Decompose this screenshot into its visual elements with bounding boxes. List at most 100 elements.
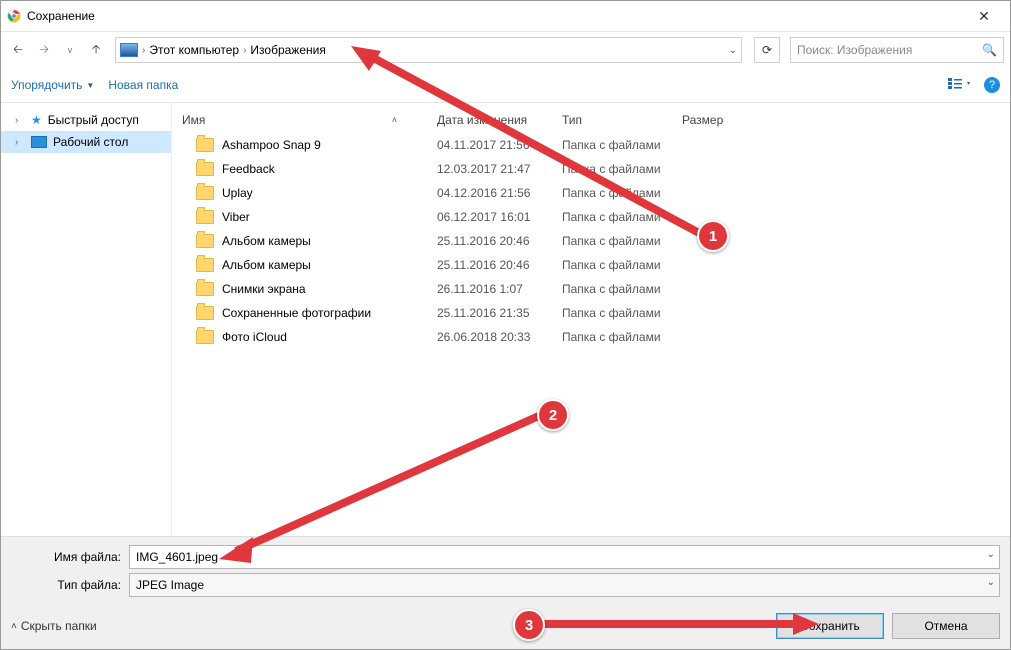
file-name: Uplay <box>222 186 253 200</box>
table-row[interactable]: Альбом камеры 25.11.2016 20:46Папка с фай… <box>172 253 1010 277</box>
file-date: 25.11.2016 20:46 <box>437 258 562 272</box>
sidebar-item-desktop[interactable]: › Рабочий стол <box>1 131 171 153</box>
chevron-down-icon[interactable]: ⌄ <box>987 577 995 588</box>
search-placeholder: Поиск: Изображения <box>797 43 982 57</box>
filename-label: Имя файла: <box>11 550 129 564</box>
toolbar: Упорядочить ▼ Новая папка ? <box>1 68 1010 103</box>
column-size[interactable]: Размер <box>682 109 762 131</box>
file-name: Ashampoo Snap 9 <box>222 138 321 152</box>
nav-bar: 🡠 🡢 v 🡡 › Этот компьютер › Изображения ⌄… <box>1 32 1010 68</box>
filetype-label: Тип файла: <box>11 578 129 592</box>
folder-icon <box>196 162 214 176</box>
file-type: Папка с файлами <box>562 234 682 248</box>
help-button[interactable]: ? <box>984 77 1000 93</box>
chevron-down-icon[interactable]: ⌄ <box>729 45 737 56</box>
file-type: Папка с файлами <box>562 210 682 224</box>
file-type: Папка с файлами <box>562 258 682 272</box>
file-date: 25.11.2016 21:35 <box>437 306 562 320</box>
filename-input[interactable]: IMG_4601.jpeg ⌄ <box>129 545 1000 569</box>
address-bar[interactable]: › Этот компьютер › Изображения ⌄ <box>115 37 742 63</box>
filename-row: Имя файла: IMG_4601.jpeg ⌄ <box>11 545 1000 569</box>
save-button[interactable]: Сохранить <box>776 613 884 639</box>
breadcrumb-pictures[interactable]: Изображения <box>250 43 325 57</box>
chevron-right-icon: › <box>15 115 25 126</box>
search-input[interactable]: Поиск: Изображения 🔍 <box>790 37 1004 63</box>
view-options-button[interactable] <box>948 77 972 94</box>
folder-icon <box>196 258 214 272</box>
refresh-button[interactable]: ⟳ <box>754 37 780 63</box>
new-folder-button[interactable]: Новая папка <box>108 78 178 92</box>
file-type: Папка с файлами <box>562 186 682 200</box>
file-date: 04.11.2017 21:56 <box>437 138 562 152</box>
file-name: Снимки экрана <box>222 282 306 296</box>
file-name: Альбом камеры <box>222 258 311 272</box>
file-rows: Ashampoo Snap 904.11.2017 21:56Папка с ф… <box>172 133 1010 349</box>
chevron-down-icon[interactable]: ⌄ <box>987 549 995 560</box>
file-name: Сохраненные фотографии <box>222 306 371 320</box>
cancel-button[interactable]: Отмена <box>892 613 1000 639</box>
sort-indicator-icon: ˄ <box>392 115 397 125</box>
chevron-right-icon: › <box>243 45 246 56</box>
column-headers: Имя ˄ Дата изменения Тип Размер <box>172 103 1010 133</box>
dialog-footer: Имя файла: IMG_4601.jpeg ⌄ Тип файла: JP… <box>1 536 1010 649</box>
folder-icon <box>196 186 214 200</box>
chevron-down-icon: ▼ <box>86 81 94 90</box>
file-date: 04.12.2016 21:56 <box>437 186 562 200</box>
forward-button[interactable]: 🡢 <box>33 39 55 61</box>
close-button[interactable]: ✕ <box>964 8 1004 25</box>
folder-icon <box>196 306 214 320</box>
table-row[interactable]: Снимки экрана 26.11.2016 1:07Папка с файл… <box>172 277 1010 301</box>
file-type: Папка с файлами <box>562 306 682 320</box>
file-name: Viber <box>222 210 250 224</box>
title-bar: Сохранение ✕ <box>1 1 1010 32</box>
table-row[interactable]: Сохраненные фотографии 25.11.2016 21:35Па… <box>172 301 1010 325</box>
table-row[interactable]: Feedback 12.03.2017 21:47Папка с файлами <box>172 157 1010 181</box>
back-button[interactable]: 🡠 <box>7 39 29 61</box>
chrome-icon <box>7 9 21 23</box>
recent-locations-button[interactable]: v <box>59 39 81 61</box>
breadcrumb-this-pc[interactable]: Этот компьютер <box>149 43 239 57</box>
filetype-select[interactable]: JPEG Image ⌄ <box>129 573 1000 597</box>
file-date: 06.12.2017 16:01 <box>437 210 562 224</box>
folder-icon <box>196 282 214 296</box>
desktop-icon <box>31 136 47 148</box>
file-type: Папка с файлами <box>562 138 682 152</box>
column-type[interactable]: Тип <box>562 109 682 131</box>
save-dialog: Сохранение ✕ 🡠 🡢 v 🡡 › Этот компьютер › … <box>0 0 1011 650</box>
table-row[interactable]: Ashampoo Snap 9 04.11.2017 21:56Папка с ф… <box>172 133 1010 157</box>
file-name: Фото iCloud <box>222 330 287 344</box>
table-row[interactable]: Фото iCloud 26.06.2018 20:33Папка с файла… <box>172 325 1010 349</box>
this-pc-icon <box>120 43 138 57</box>
table-row[interactable]: Альбом камеры 25.11.2016 20:46Папка с фай… <box>172 229 1010 253</box>
up-button[interactable]: 🡡 <box>85 39 107 61</box>
search-icon: 🔍 <box>982 43 997 57</box>
filetype-row: Тип файла: JPEG Image ⌄ <box>11 573 1000 597</box>
table-row[interactable]: Viber 06.12.2017 16:01Папка с файлами <box>172 205 1010 229</box>
file-name: Альбом камеры <box>222 234 311 248</box>
column-name[interactable]: Имя ˄ <box>182 109 437 131</box>
table-row[interactable]: Uplay 04.12.2016 21:56Папка с файлами <box>172 181 1010 205</box>
star-icon: ★ <box>31 113 42 127</box>
chevron-up-icon: ˄ <box>11 621 17 632</box>
chevron-right-icon: › <box>15 137 25 148</box>
file-type: Папка с файлами <box>562 162 682 176</box>
folder-icon <box>196 330 214 344</box>
file-type: Папка с файлами <box>562 282 682 296</box>
chevron-right-icon: › <box>142 45 145 56</box>
file-date: 25.11.2016 20:46 <box>437 234 562 248</box>
hide-folders-button[interactable]: ˄ Скрыть папки <box>11 619 97 633</box>
column-date[interactable]: Дата изменения <box>437 109 562 131</box>
sidebar-item-quick-access[interactable]: › ★ Быстрый доступ <box>1 109 171 131</box>
file-list: Имя ˄ Дата изменения Тип Размер Ashampoo… <box>172 103 1010 543</box>
organize-button[interactable]: Упорядочить ▼ <box>11 78 94 92</box>
folder-icon <box>196 234 214 248</box>
file-type: Папка с файлами <box>562 330 682 344</box>
dialog-body: › ★ Быстрый доступ › Рабочий стол Имя ˄ … <box>1 103 1010 543</box>
folder-icon <box>196 138 214 152</box>
file-name: Feedback <box>222 162 275 176</box>
file-date: 26.11.2016 1:07 <box>437 282 562 296</box>
navigation-pane: › ★ Быстрый доступ › Рабочий стол <box>1 103 172 543</box>
file-date: 26.06.2018 20:33 <box>437 330 562 344</box>
folder-icon <box>196 210 214 224</box>
file-date: 12.03.2017 21:47 <box>437 162 562 176</box>
